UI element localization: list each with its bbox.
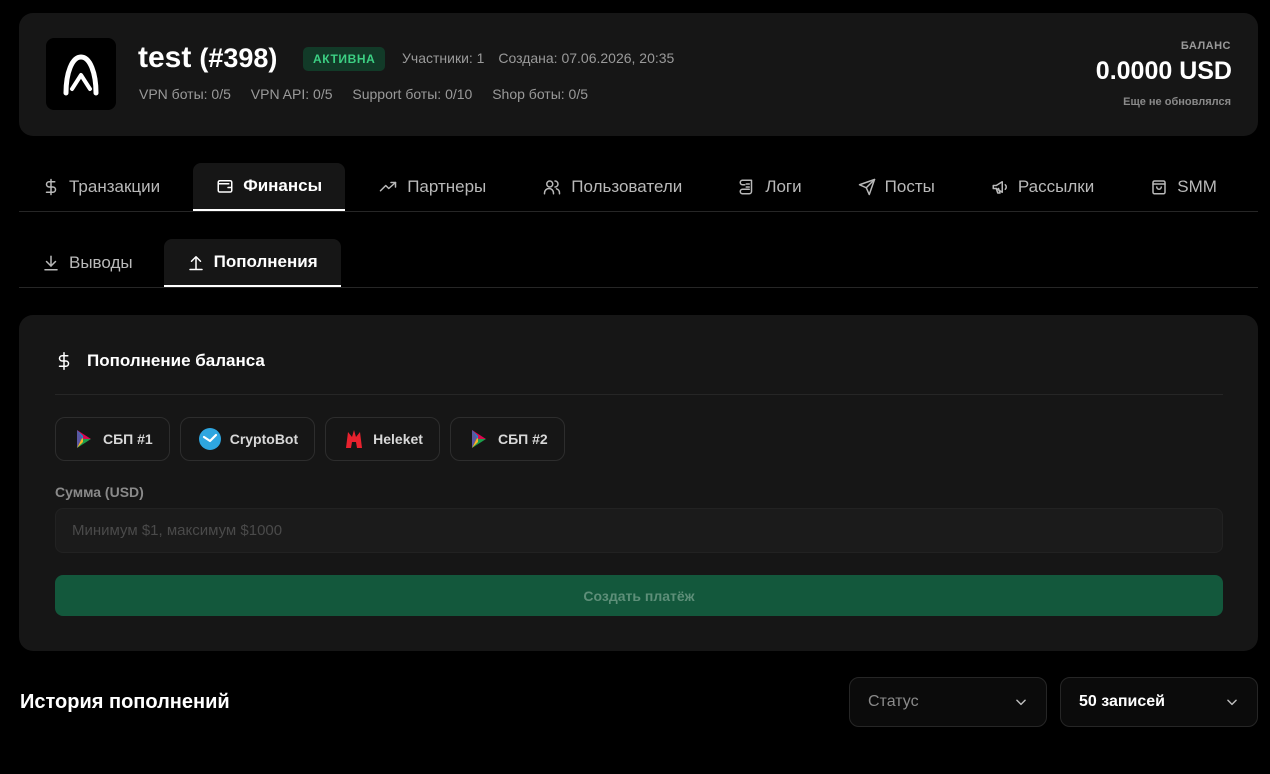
limit-vpn-bots: VPN боты: 0/5 [139, 86, 231, 102]
tab-transactions[interactable]: Транзакции [19, 163, 183, 211]
project-id: (#398) [199, 43, 278, 73]
project-name: test [138, 41, 192, 74]
project-logo [46, 38, 116, 110]
heleket-icon [344, 428, 364, 450]
tab-smm[interactable]: SMM [1127, 163, 1240, 211]
method-heleket[interactable]: Heleket [325, 417, 440, 461]
payment-methods: СБП #1 CryptoBot Heleket СБП #2 [55, 417, 575, 461]
users-icon [544, 180, 561, 195]
tab-label: Транзакции [69, 177, 161, 196]
tab-logs[interactable]: Логи [715, 163, 824, 211]
tab-label: Пользователи [571, 177, 683, 196]
megaphone-icon [992, 181, 1007, 194]
balance-label: БАЛАНС [1180, 40, 1231, 52]
history-title: История пополнений [20, 691, 230, 713]
page: test (#398) АКТИВНА Участники: 1 Создана… [0, 0, 1270, 774]
tab-posts[interactable]: Посты [835, 163, 958, 211]
main-tabs: Транзакции Финансы Партнеры Пользователи… [19, 163, 1258, 212]
project-meta: Участники: 1 Создана: 07.06.2026, 20:35 [402, 50, 674, 66]
method-sbp-1[interactable]: СБП #1 [55, 417, 170, 461]
divider [55, 394, 1223, 395]
page-size-select[interactable]: 50 записей [1060, 677, 1258, 727]
dollar-icon [45, 178, 57, 196]
tab-label: Партнеры [407, 177, 487, 196]
method-label: CryptoBot [229, 431, 299, 447]
download-icon [44, 255, 58, 271]
amount-input[interactable] [55, 508, 1223, 553]
tab-label: Пополнения [213, 252, 318, 271]
create-payment-button[interactable]: Создать платёж [55, 575, 1223, 616]
method-label: СБП #2 [497, 431, 548, 447]
tab-deposits[interactable]: Пополнения [163, 239, 341, 287]
dollar-icon [58, 352, 70, 370]
limit-shop-bots: Shop боты: 0/5 [492, 86, 589, 102]
scroll-icon [739, 179, 753, 195]
tab-withdrawals[interactable]: Выводы [19, 239, 156, 287]
topup-title: Пополнение баланса [55, 349, 265, 373]
chevron-down-icon [1016, 699, 1026, 706]
amount-label: Сумма (USD) [55, 484, 144, 500]
participants-count: Участники: 1 [402, 50, 485, 66]
status-badge: АКТИВНА [303, 47, 386, 71]
sbp-icon [469, 429, 489, 449]
topup-title-text: Пополнение баланса [87, 351, 265, 370]
balance-note: Еще не обновлялся [1123, 96, 1231, 108]
tab-label: Рассылки [1017, 177, 1095, 196]
project-title: test (#398) [138, 41, 277, 75]
upload-icon [188, 256, 203, 271]
limit-vpn-api: VPN API: 0/5 [250, 86, 333, 102]
status-select[interactable]: Статус [849, 677, 1047, 727]
project-header: test (#398) АКТИВНА Участники: 1 Создана… [19, 13, 1258, 136]
send-icon [858, 178, 875, 196]
tab-partners[interactable]: Партнеры [355, 163, 509, 211]
tab-users[interactable]: Пользователи [519, 163, 705, 211]
trending-up-icon [379, 181, 397, 192]
tab-label: SMM [1177, 177, 1217, 196]
topup-card: Пополнение баланса СБП #1 CryptoBot Hele… [19, 315, 1258, 651]
tab-mailings[interactable]: Рассылки [968, 163, 1117, 211]
bot-limits: VPN боты: 0/5 VPN API: 0/5 Support боты:… [139, 86, 604, 102]
sub-tabs: Выводы Пополнения [19, 239, 1258, 288]
method-label: СБП #1 [103, 431, 153, 447]
tab-finance[interactable]: Финансы [193, 163, 346, 211]
balance-value: 0.0000 USD [1095, 57, 1232, 85]
method-label: Heleket [373, 431, 423, 447]
tab-label: Выводы [69, 253, 133, 272]
sbp-icon [74, 429, 94, 449]
page-size-value: 50 записей [1079, 693, 1166, 710]
wallet-icon [217, 180, 233, 193]
status-select-value: Статус [868, 693, 919, 710]
chevron-down-icon [1227, 699, 1237, 706]
method-cryptobot[interactable]: CryptoBot [179, 417, 316, 461]
tab-label: Посты [884, 177, 935, 196]
created-date: Создана: 07.06.2026, 20:35 [498, 50, 675, 66]
tab-label: Финансы [243, 176, 323, 195]
shopping-bag-icon [1152, 180, 1167, 195]
limit-support-bots: Support боты: 0/10 [352, 86, 473, 102]
logo-icon [63, 54, 99, 96]
tab-label: Логи [765, 177, 802, 196]
cryptobot-icon [198, 428, 221, 450]
method-sbp-2[interactable]: СБП #2 [449, 417, 565, 461]
